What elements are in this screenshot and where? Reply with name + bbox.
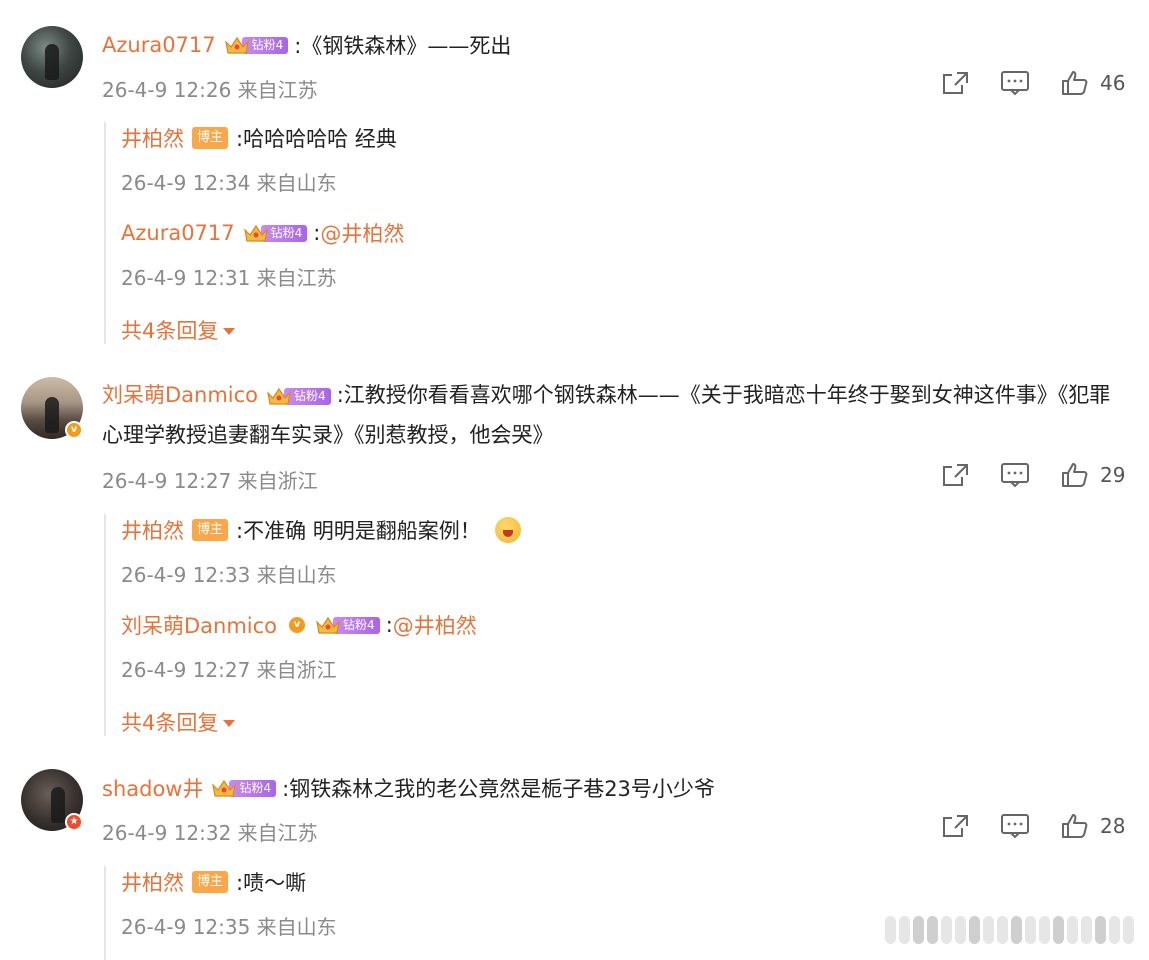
like-count: 28 [1100, 814, 1126, 838]
crown-icon [267, 387, 291, 405]
verified-icon: v [287, 615, 308, 635]
crown-icon [224, 36, 249, 54]
comment-meta: 26-4-9 12:32 来自江苏 [102, 821, 318, 845]
comment-text: :钢铁森林之我的老公竟然是栀子巷23号小少爷 [282, 777, 715, 801]
more-replies-label: 共4条回复 [121, 319, 219, 343]
like-icon[interactable] [1060, 813, 1090, 839]
username[interactable]: shadow井 [102, 773, 203, 803]
reply-meta: 26-4-9 12:31 来自江苏 [121, 266, 337, 290]
reply-meta: 26-4-9 12:33 来自山东 [121, 563, 337, 587]
author-tag: 博主 [192, 871, 229, 893]
avatar[interactable] [21, 26, 83, 88]
comment-header: Azura0717 钻粉4 :《钢铁森林》——死出 [102, 30, 511, 60]
like-count: 46 [1100, 71, 1126, 95]
like-icon[interactable] [1060, 70, 1090, 96]
reply-header: 井柏然 博主 :哈哈哈哈哈 经典 [121, 123, 397, 153]
horizontal-scrollbar[interactable] [885, 912, 1140, 948]
verified-icon: ★ [65, 813, 83, 831]
crown-icon [243, 224, 268, 242]
comment-actions: 28 [940, 813, 1125, 839]
reply-prefix: : [385, 613, 393, 637]
reply-prefix: : [313, 221, 321, 245]
verified-icon: v [65, 421, 83, 439]
reply-meta: 26-4-9 12:34 来自山东 [121, 171, 337, 195]
more-replies-button[interactable]: 共4条回复 [121, 707, 236, 737]
fan-badge[interactable]: 钻粉4 [243, 222, 308, 244]
more-replies-label: 共4条回复 [121, 711, 219, 735]
reply-thread-divider [104, 514, 106, 736]
fan-badge[interactable]: 钻粉4 [224, 34, 289, 56]
fan-badge[interactable]: 钻粉4 [211, 777, 277, 799]
crown-icon [316, 616, 340, 634]
username[interactable]: 井柏然 [121, 515, 184, 545]
username[interactable]: 刘呆萌Danmico [121, 610, 277, 640]
repost-icon[interactable] [940, 462, 970, 488]
repost-icon[interactable] [940, 813, 970, 839]
reply-header: Azura0717 钻粉4 : @井柏然 [121, 218, 404, 248]
fan-badge[interactable]: 钻粉4 [266, 385, 331, 407]
more-replies-button[interactable]: 共4条回复 [121, 315, 236, 345]
username[interactable]: 井柏然 [121, 123, 184, 153]
comment-icon[interactable] [1000, 813, 1030, 839]
shocked-emoji-icon [494, 517, 521, 543]
like-count: 29 [1100, 463, 1126, 487]
caret-down-icon [223, 719, 236, 727]
reply-meta: 26-4-9 12:35 来自山东 [121, 915, 337, 939]
reply-thread-divider [104, 866, 106, 960]
crown-icon [212, 779, 237, 797]
reply-header: 刘呆萌Danmico v 钻粉4 : @井柏然 [121, 610, 477, 640]
comment-icon[interactable] [1000, 462, 1030, 488]
comment-icon[interactable] [1000, 70, 1030, 96]
reply-header: 井柏然 博主 :不准确 明明是翻船案例！ [121, 515, 521, 545]
reply-text: :啧～嘶 [236, 871, 307, 895]
repost-icon[interactable] [940, 70, 970, 96]
comment-actions: 46 [940, 70, 1125, 96]
comment-text: :《钢铁森林》——死出 [294, 34, 512, 58]
mention-link[interactable]: @井柏然 [393, 610, 477, 640]
username[interactable]: Azura0717 [102, 33, 216, 57]
comment-meta: 26-4-9 12:26 来自江苏 [102, 78, 318, 102]
reply-text: :哈哈哈哈哈 经典 [236, 127, 397, 151]
username[interactable]: Azura0717 [121, 221, 235, 245]
fan-badge[interactable]: 钻粉4 [315, 614, 380, 636]
comment-actions: 29 [940, 462, 1125, 488]
reply-meta: 26-4-9 12:27 来自浙江 [121, 658, 337, 682]
reply-thread-divider [104, 122, 106, 344]
author-tag: 博主 [192, 519, 229, 541]
comment-body: 刘呆萌Danmico 钻粉4:江教授你看看喜欢哪个钢铁森林——《关于我暗恋十年终于… [102, 375, 1112, 455]
author-tag: 博主 [192, 127, 229, 149]
mention-link[interactable]: @井柏然 [320, 218, 404, 248]
username[interactable]: 刘呆萌Danmico [102, 383, 258, 407]
like-icon[interactable] [1060, 462, 1090, 488]
username[interactable]: 井柏然 [121, 867, 184, 897]
comment-header: shadow井 钻粉4 :钢铁森林之我的老公竟然是栀子巷23号小少爷 [102, 773, 715, 803]
comment-meta: 26-4-9 12:27 来自浙江 [102, 469, 318, 493]
caret-down-icon [223, 327, 236, 335]
reply-text: :不准确 明明是翻船案例！ [236, 519, 481, 543]
reply-header: 井柏然 博主 :啧～嘶 [121, 867, 306, 897]
